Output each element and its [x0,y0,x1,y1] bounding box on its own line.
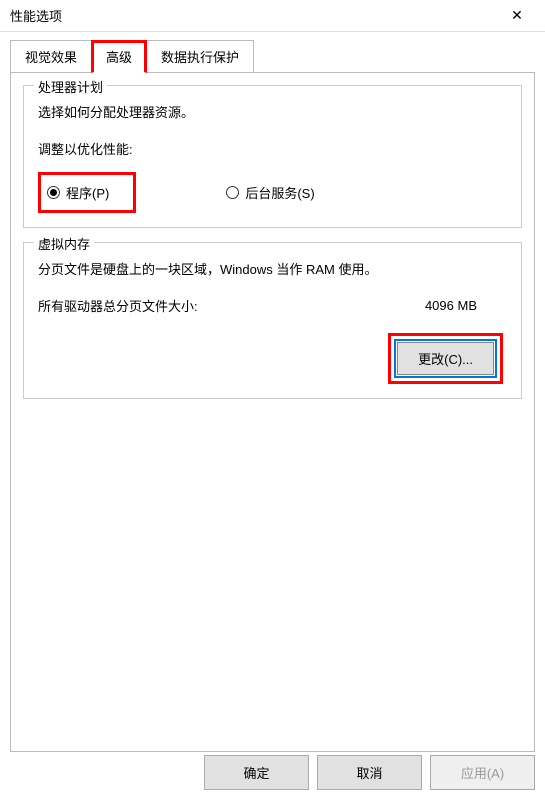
processor-scheduling-group: 处理器计划 选择如何分配处理器资源。 调整以优化性能: 程序(P) 后台服务(S… [23,85,522,228]
close-button[interactable]: ✕ [497,0,537,32]
vm-total-row: 所有驱动器总分页文件大小: 4096 MB [38,296,507,315]
focus-ring: 更改(C)... [394,339,497,378]
tab-dep[interactable]: 数据执行保护 [146,40,254,73]
radio-row: 程序(P) 后台服务(S) [38,172,507,213]
change-button-wrap: 更改(C)... [38,333,507,384]
radio-label: 程序(P) [66,183,109,202]
button-label: 应用(A) [461,766,504,781]
radio-icon [226,186,239,199]
tab-label: 视觉效果 [25,50,77,65]
change-button[interactable]: 更改(C)... [397,342,494,375]
highlight-change: 更改(C)... [388,333,503,384]
group-title: 处理器计划 [34,77,107,96]
highlight-programs: 程序(P) [38,172,136,213]
vm-total-value: 4096 MB [425,298,477,313]
window-title: 性能选项 [10,6,62,25]
tab-bar: 视觉效果 高级 数据执行保护 [0,32,545,73]
vm-total-label: 所有驱动器总分页文件大小: [38,296,198,315]
vm-description: 分页文件是硬盘上的一块区域，Windows 当作 RAM 使用。 [38,259,507,278]
virtual-memory-group: 虚拟内存 分页文件是硬盘上的一块区域，Windows 当作 RAM 使用。 所有… [23,242,522,399]
button-label: 更改(C)... [418,352,473,367]
button-label: 确定 [243,766,269,781]
tab-label: 数据执行保护 [161,50,239,65]
group-title: 虚拟内存 [34,234,94,253]
tab-content: 处理器计划 选择如何分配处理器资源。 调整以优化性能: 程序(P) 后台服务(S… [10,72,535,752]
button-label: 取消 [356,766,382,781]
radio-dot-icon [50,189,57,196]
tab-label: 高级 [106,50,132,65]
close-icon: ✕ [511,7,523,24]
apply-button[interactable]: 应用(A) [430,755,535,790]
radio-icon [47,186,60,199]
tab-advanced[interactable]: 高级 [91,40,147,73]
radio-background-services[interactable]: 后台服务(S) [226,183,314,202]
ok-button[interactable]: 确定 [204,755,309,790]
dialog-buttons: 确定 取消 应用(A) [204,755,535,790]
titlebar: 性能选项 ✕ [0,0,545,32]
radio-programs[interactable]: 程序(P) [47,183,109,202]
radio-label: 后台服务(S) [245,183,314,202]
cancel-button[interactable]: 取消 [317,755,422,790]
processor-description: 选择如何分配处理器资源。 [38,102,507,121]
tab-visual-effects[interactable]: 视觉效果 [10,40,92,73]
optimize-label: 调整以优化性能: [38,139,507,158]
